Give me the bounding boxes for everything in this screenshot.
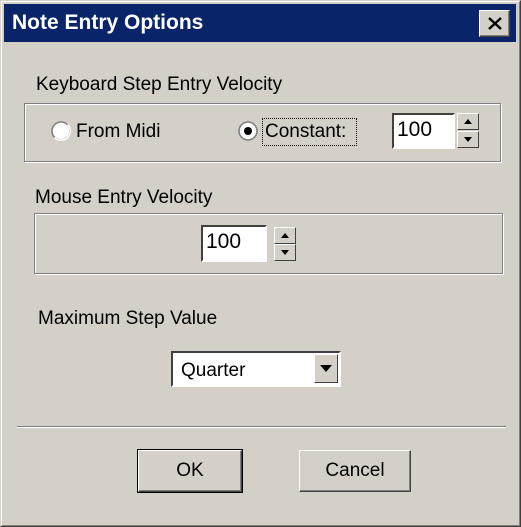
from-midi-label[interactable]: From Midi xyxy=(76,121,160,143)
mouse-velocity-up-button[interactable] xyxy=(274,227,296,244)
arrow-down-icon xyxy=(464,137,472,142)
keyboard-velocity-down-button[interactable] xyxy=(457,131,479,148)
max-step-label: Maximum Step Value xyxy=(38,308,218,329)
dialog-window: Note Entry Options Keyboard Step Entry V… xyxy=(0,0,521,527)
dialog-title: Note Entry Options xyxy=(12,11,204,34)
cancel-button[interactable]: Cancel xyxy=(299,450,411,492)
mouse-velocity-group-label: Mouse Entry Velocity xyxy=(35,187,213,208)
arrow-up-icon xyxy=(464,119,472,124)
close-button[interactable] xyxy=(479,10,510,37)
ok-button[interactable]: OK xyxy=(137,449,243,493)
separator xyxy=(17,426,506,428)
arrow-up-icon xyxy=(281,233,289,238)
mouse-velocity-spinner xyxy=(274,227,296,261)
mouse-velocity-down-button[interactable] xyxy=(274,244,296,261)
cancel-label: Cancel xyxy=(325,460,385,481)
keyboard-velocity-group-label: Keyboard Step Entry Velocity xyxy=(36,74,283,95)
close-icon xyxy=(488,17,502,30)
from-midi-radio[interactable] xyxy=(51,121,71,141)
keyboard-velocity-input[interactable]: 100 xyxy=(392,113,455,149)
max-step-selected-value: Quarter xyxy=(181,360,246,381)
mouse-velocity-input[interactable]: 100 xyxy=(201,225,267,262)
constant-radio[interactable] xyxy=(238,121,258,141)
max-step-dropdown-button[interactable] xyxy=(314,354,338,383)
keyboard-velocity-up-button[interactable] xyxy=(457,113,479,130)
chevron-down-icon xyxy=(320,365,332,372)
mouse-velocity-group xyxy=(34,213,503,274)
keyboard-velocity-spinner xyxy=(457,113,479,149)
constant-label[interactable]: Constant: xyxy=(265,121,346,143)
ok-label: OK xyxy=(176,460,204,481)
max-step-select[interactable]: Quarter xyxy=(171,351,341,387)
arrow-down-icon xyxy=(281,250,289,255)
title-bar[interactable]: Note Entry Options xyxy=(4,4,516,42)
